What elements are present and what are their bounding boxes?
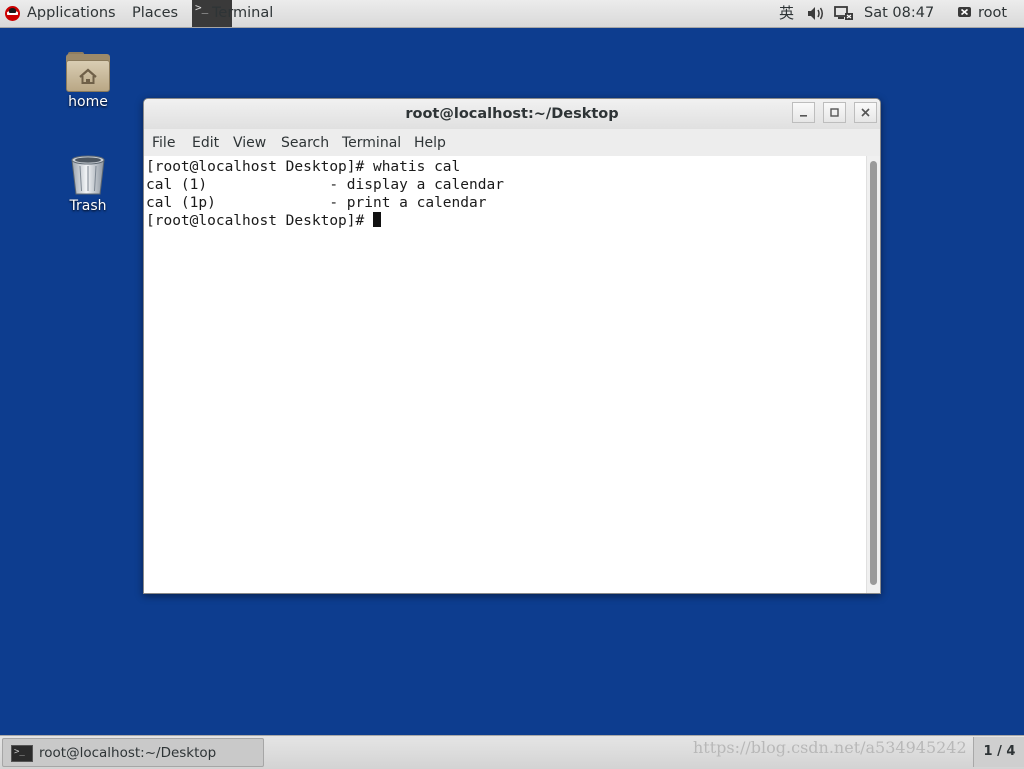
redhat-logo-icon[interactable] — [5, 6, 20, 21]
desktop-icon-label: Trash — [69, 198, 107, 214]
volume-icon[interactable] — [806, 4, 826, 23]
taskbar-window-button[interactable]: >_ root@localhost:~/Desktop — [2, 738, 264, 767]
window-title: root@localhost:~/Desktop — [405, 106, 619, 122]
menu-help[interactable]: Help — [414, 129, 446, 157]
menu-view[interactable]: View — [233, 129, 266, 157]
maximize-button[interactable] — [823, 102, 846, 123]
clock[interactable]: Sat 08:47 — [864, 0, 934, 27]
scrollbar-thumb[interactable] — [870, 161, 877, 585]
active-app-menu[interactable]: Terminal — [212, 0, 273, 27]
terminal-line: cal (1p) - print a calendar — [146, 195, 487, 211]
terminal-icon: >_ — [11, 745, 33, 762]
user-menu[interactable]: root — [978, 0, 1007, 27]
terminal-prompt-line[interactable]: [root@localhost Desktop]# — [146, 212, 381, 230]
window-titlebar[interactable]: root@localhost:~/Desktop — [144, 99, 880, 129]
close-icon — [861, 108, 870, 117]
home-folder-icon — [66, 52, 110, 92]
menu-file[interactable]: File — [152, 129, 175, 157]
minimize-icon — [800, 115, 807, 117]
terminal-prompt: [root@localhost Desktop]# — [146, 213, 373, 229]
terminal-line: [root@localhost Desktop]# whatis cal — [146, 159, 461, 175]
maximize-icon — [830, 108, 839, 117]
terminal-window: root@localhost:~/Desktop File Edit View … — [143, 98, 881, 594]
workspace-switcher[interactable]: 1 / 4 — [973, 737, 1024, 767]
user-status-icon[interactable] — [957, 5, 973, 20]
minimize-button[interactable] — [792, 102, 815, 123]
watermark-text: https://blog.csdn.net/a534945242 — [693, 738, 967, 757]
taskbar-window-label: root@localhost:~/Desktop — [39, 745, 217, 761]
menu-terminal[interactable]: Terminal — [342, 129, 401, 157]
menu-search[interactable]: Search — [281, 129, 329, 157]
close-button[interactable] — [854, 102, 877, 123]
window-menubar: File Edit View Search Terminal Help — [144, 129, 880, 156]
terminal-scrollbar[interactable] — [866, 156, 880, 593]
workspace-label: 1 / 4 — [983, 744, 1016, 759]
places-menu[interactable]: Places — [132, 0, 178, 27]
terminal-output[interactable]: [root@localhost Desktop]# whatis cal cal… — [144, 156, 866, 593]
text-cursor — [372, 212, 381, 227]
menu-edit[interactable]: Edit — [192, 129, 219, 157]
input-method-indicator[interactable]: 英 — [779, 0, 794, 27]
trash-icon — [68, 152, 108, 196]
top-panel: Applications Places >_ Terminal 英 Sat 08… — [0, 0, 1024, 28]
desktop-icon-trash[interactable]: Trash — [48, 152, 128, 214]
applications-menu[interactable]: Applications — [27, 0, 116, 27]
desktop-icon-label: home — [68, 94, 108, 110]
network-icon[interactable] — [834, 4, 854, 23]
desktop-icon-home[interactable]: home — [48, 52, 128, 110]
terminal-line: cal (1) - display a calendar — [146, 177, 504, 193]
